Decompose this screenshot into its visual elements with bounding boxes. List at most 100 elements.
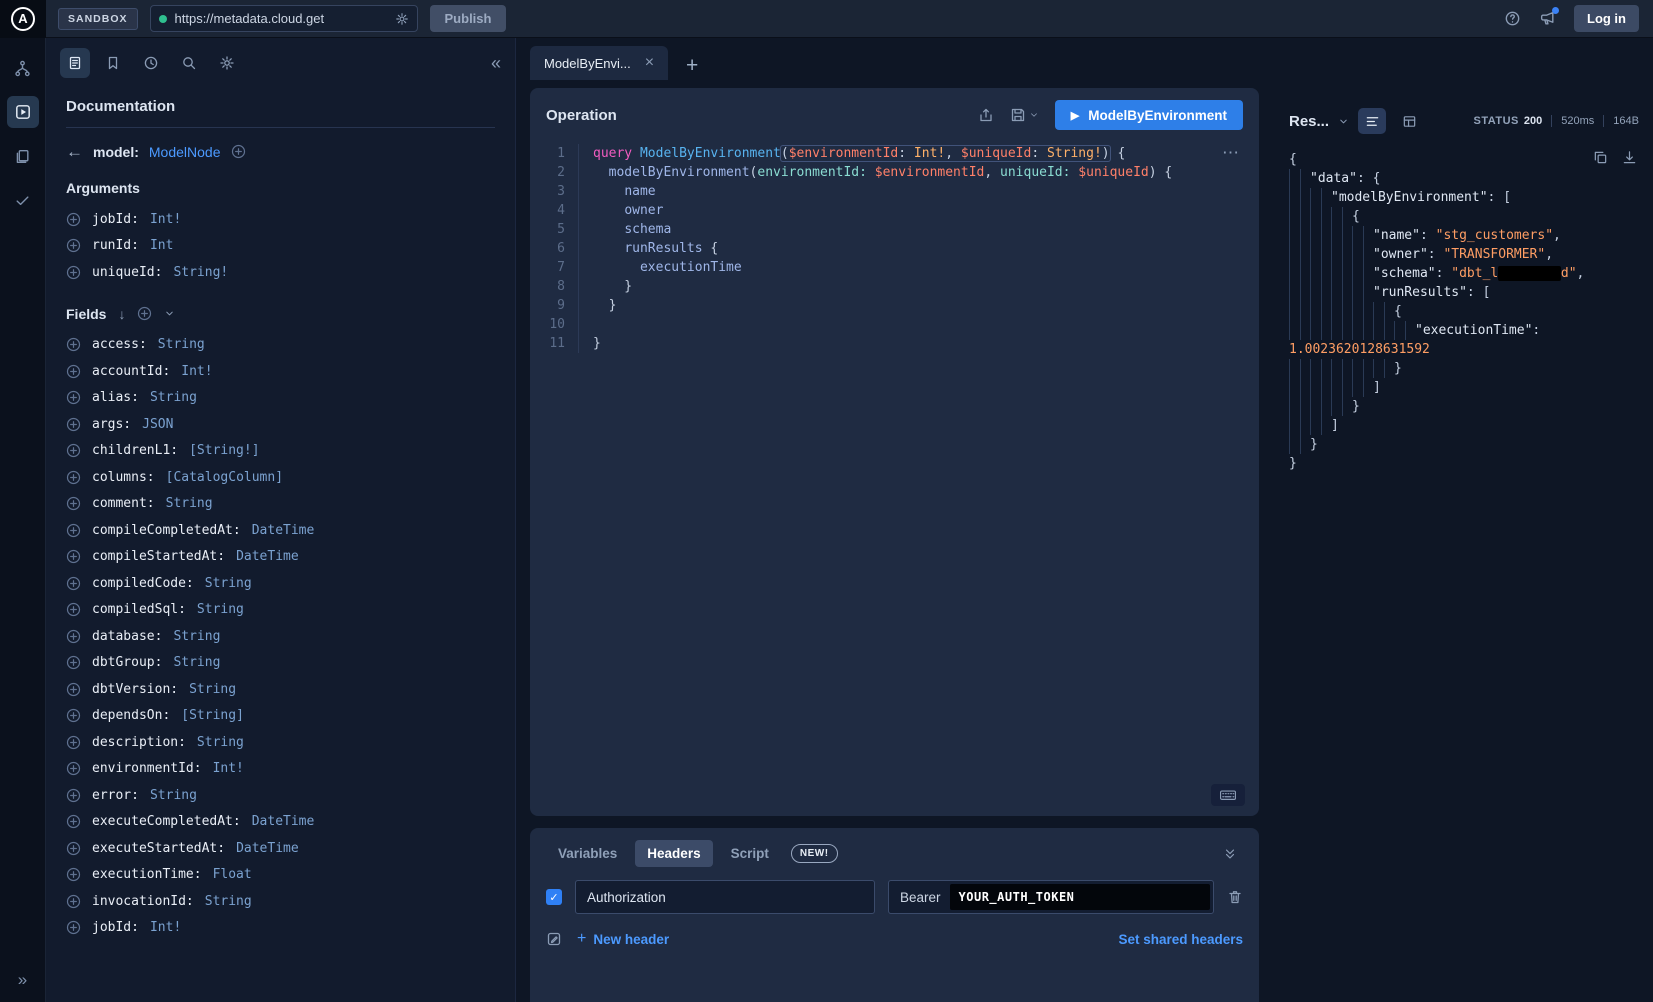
field-row[interactable]: executeCompletedAt:DateTime (66, 809, 495, 836)
nav-explorer-icon[interactable] (7, 96, 39, 128)
field-row[interactable]: args:JSON (66, 411, 495, 438)
set-shared-headers-link[interactable]: Set shared headers (1118, 932, 1243, 947)
auth-token-value[interactable]: YOUR_AUTH_TOKEN (950, 884, 1210, 910)
operation-editor[interactable]: 1query ModelByEnvironment($environmentId… (530, 140, 1259, 816)
field-row[interactable]: comment:String (66, 491, 495, 518)
endpoint-url-box[interactable]: https://metadata.cloud.get (150, 5, 418, 32)
download-response-icon[interactable] (1622, 150, 1637, 165)
field-row[interactable]: dependsOn:[String] (66, 703, 495, 730)
share-operation-icon[interactable] (978, 107, 994, 123)
run-operation-button[interactable]: ▶ ModelByEnvironment (1055, 100, 1243, 130)
field-row[interactable]: access:String (66, 332, 495, 359)
header-enabled-checkbox[interactable]: ✓ (546, 889, 562, 905)
save-operation-group[interactable] (1010, 107, 1039, 123)
header-name-input[interactable] (575, 880, 875, 914)
code-line[interactable]: 10 (530, 315, 1259, 334)
back-arrow-icon[interactable]: ← (66, 143, 83, 160)
add-field-to-query-icon[interactable] (66, 576, 81, 591)
history-clock-icon[interactable] (136, 48, 166, 78)
response-dropdown-chevron-icon[interactable] (1338, 116, 1349, 127)
field-row[interactable]: compileStartedAt:DateTime (66, 544, 495, 571)
saved-operations-bookmark-icon[interactable] (98, 48, 128, 78)
environment-settings-icon[interactable] (546, 931, 562, 947)
field-row[interactable]: database:String (66, 623, 495, 650)
announcements-megaphone-icon[interactable] (1539, 10, 1556, 27)
publish-button[interactable]: Publish (430, 5, 507, 32)
field-row[interactable]: childrenL1:[String!] (66, 438, 495, 465)
close-tab-icon[interactable]: × (645, 55, 654, 71)
code-line[interactable]: 5 schema (530, 220, 1259, 239)
add-field-to-query-icon[interactable] (66, 417, 81, 432)
add-field-to-query-icon[interactable] (66, 920, 81, 935)
field-row[interactable]: jobId:Int! (66, 915, 495, 942)
field-row[interactable]: compileCompletedAt:DateTime (66, 517, 495, 544)
copy-response-icon[interactable] (1593, 150, 1608, 165)
tab-headers[interactable]: Headers (635, 840, 712, 867)
operation-options-icon[interactable]: ⋯ (1222, 144, 1241, 161)
add-field-to-query-icon[interactable] (66, 602, 81, 617)
nav-docs-icon[interactable] (7, 140, 39, 172)
field-row[interactable]: dbtGroup:String (66, 650, 495, 677)
argument-row[interactable]: uniqueId:String! (66, 259, 495, 286)
new-header-button[interactable]: + New header (577, 931, 669, 947)
expand-rail-icon[interactable]: » (18, 970, 27, 990)
breadcrumb-type-link[interactable]: ModelNode (149, 144, 221, 160)
field-row[interactable]: compiledSql:String (66, 597, 495, 624)
apollo-logo[interactable]: A (0, 0, 46, 38)
add-field-to-query-icon[interactable] (66, 390, 81, 405)
add-field-to-query-icon[interactable] (66, 629, 81, 644)
collapse-panel-icon[interactable]: « (491, 53, 501, 74)
code-line[interactable]: 1query ModelByEnvironment($environmentId… (530, 144, 1259, 163)
tab-script[interactable]: Script (719, 840, 781, 867)
docs-tab-icon[interactable] (60, 48, 90, 78)
add-field-to-query-icon[interactable] (66, 841, 81, 856)
code-line[interactable]: 6 runResults { (530, 239, 1259, 258)
field-row[interactable]: environmentId:Int! (66, 756, 495, 783)
nav-schema-icon[interactable] (7, 52, 39, 84)
save-icon[interactable] (1010, 107, 1026, 123)
field-row[interactable]: alias:String (66, 385, 495, 412)
response-table-view-icon[interactable] (1395, 108, 1423, 134)
add-field-to-query-icon[interactable] (66, 212, 81, 227)
field-row[interactable]: executeStartedAt:DateTime (66, 835, 495, 862)
add-field-to-query-icon[interactable] (66, 867, 81, 882)
field-row[interactable]: description:String (66, 729, 495, 756)
sort-fields-icon[interactable]: ↓ (118, 306, 125, 322)
code-line[interactable]: 4 owner (530, 201, 1259, 220)
code-line[interactable]: 7 executionTime (530, 258, 1259, 277)
add-field-to-query-icon[interactable] (66, 470, 81, 485)
help-icon[interactable] (1504, 10, 1521, 27)
add-field-to-query-icon[interactable] (66, 788, 81, 803)
search-icon[interactable] (174, 48, 204, 78)
add-field-to-query-icon[interactable] (66, 761, 81, 776)
add-field-to-query-icon[interactable] (66, 708, 81, 723)
argument-row[interactable]: jobId:Int! (66, 206, 495, 233)
add-field-to-query-icon[interactable] (66, 523, 81, 538)
new-tab-icon[interactable]: + (686, 55, 698, 76)
field-row[interactable]: columns:[CatalogColumn] (66, 464, 495, 491)
field-row[interactable]: compiledCode:String (66, 570, 495, 597)
field-row[interactable]: executionTime:Float (66, 862, 495, 889)
login-button[interactable]: Log in (1574, 5, 1639, 32)
keyboard-shortcuts-icon[interactable] (1211, 784, 1245, 806)
code-line[interactable]: 2 modelByEnvironment(environmentId: $env… (530, 163, 1259, 182)
add-field-to-query-icon[interactable] (66, 443, 81, 458)
add-field-to-query-icon[interactable] (66, 894, 81, 909)
collapse-bottom-panel-icon[interactable] (1223, 847, 1237, 861)
code-line[interactable]: 9 } (530, 296, 1259, 315)
add-field-to-query-icon[interactable] (66, 337, 81, 352)
add-field-to-query-icon[interactable] (66, 549, 81, 564)
operation-tab[interactable]: ModelByEnvi... × (530, 46, 668, 80)
add-field-to-query-icon[interactable] (66, 682, 81, 697)
add-field-to-query-icon[interactable] (66, 265, 81, 280)
settings-gear-icon[interactable] (212, 48, 242, 78)
field-row[interactable]: dbtVersion:String (66, 676, 495, 703)
field-row[interactable]: error:String (66, 782, 495, 809)
field-row[interactable]: invocationId:String (66, 888, 495, 915)
add-field-to-query-icon[interactable] (66, 655, 81, 670)
add-field-to-query-icon[interactable] (66, 238, 81, 253)
add-field-to-query-icon[interactable] (66, 735, 81, 750)
add-field-to-query-icon[interactable] (66, 814, 81, 829)
endpoint-settings-gear-icon[interactable] (395, 12, 409, 26)
nav-checks-icon[interactable] (7, 184, 39, 216)
